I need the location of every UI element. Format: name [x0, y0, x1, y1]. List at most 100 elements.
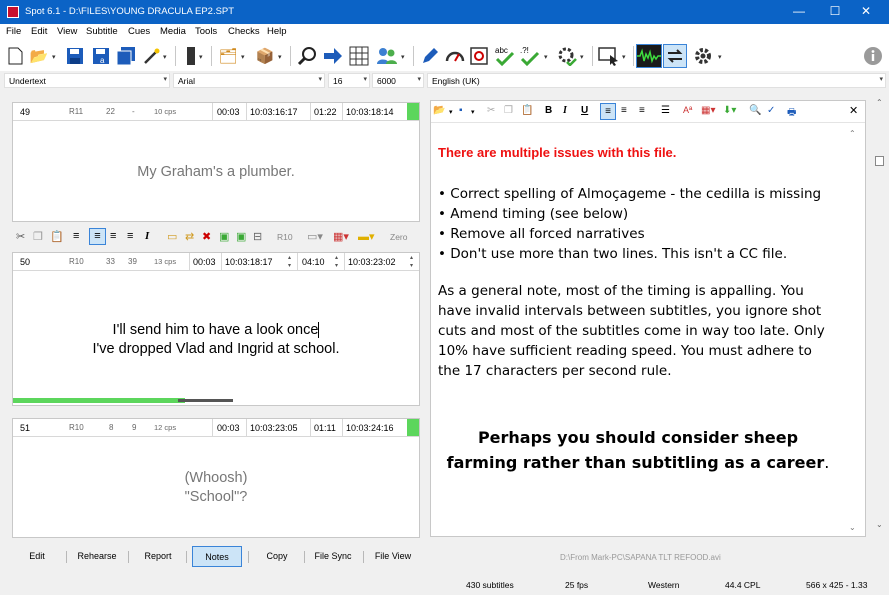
- subtitle-panel-51[interactable]: 51 R10 8 9 12 cps 00:03 10:03:23:05 01:1…: [12, 418, 420, 538]
- save-all-icon[interactable]: [115, 45, 137, 67]
- in-stepper-up[interactable]: ▴: [288, 254, 291, 261]
- find-icon[interactable]: 🔍: [749, 105, 761, 116]
- info-icon[interactable]: [862, 45, 884, 67]
- style-select[interactable]: Undertext ▾: [4, 73, 170, 88]
- report-button[interactable]: Report: [134, 546, 182, 567]
- gap-stepper-up[interactable]: ▴: [335, 254, 338, 261]
- align-justify-icon[interactable]: ≡: [127, 230, 133, 242]
- line-style-icon[interactable]: ▭▾: [307, 230, 323, 243]
- folder-tree-icon[interactable]: 🗂: [217, 45, 239, 67]
- notes-button[interactable]: Notes: [192, 546, 242, 567]
- italic-icon[interactable]: I: [563, 105, 567, 116]
- value-select[interactable]: 6000 ▾: [372, 73, 424, 88]
- close-button[interactable]: ✕: [843, 0, 889, 24]
- subtitle-gap[interactable]: 04:10: [302, 257, 325, 267]
- font-select[interactable]: Arial ▾: [173, 73, 325, 88]
- spellcheck-icon[interactable]: ✓: [767, 105, 775, 116]
- scroll-up-icon[interactable]: ⌃: [876, 98, 883, 107]
- insert-tag-icon[interactable]: ▭: [167, 230, 177, 243]
- zero-button[interactable]: Zero: [390, 232, 407, 242]
- delete-icon[interactable]: ✖: [202, 230, 211, 243]
- scroll-thumb[interactable]: [875, 156, 884, 166]
- font-size-icon[interactable]: Aª: [683, 105, 692, 115]
- menu-media[interactable]: Media: [160, 26, 186, 37]
- cut-icon[interactable]: ✂: [487, 105, 495, 116]
- font-size-select[interactable]: 16 ▾: [328, 73, 370, 88]
- arrow-right-icon[interactable]: [322, 45, 344, 67]
- subtitle-panel-50[interactable]: 50 R10 33 39 13 cps 00:03 10:03:18:17 ▴ …: [12, 252, 420, 406]
- gear-icon[interactable]: [692, 45, 714, 67]
- grid-icon[interactable]: [348, 45, 370, 67]
- print-icon[interactable]: 🖶: [787, 105, 796, 122]
- settings-check-icon[interactable]: [556, 45, 578, 67]
- gap-stepper-down[interactable]: ▾: [335, 262, 338, 269]
- align-center-icon[interactable]: ≡: [89, 228, 106, 245]
- notes-scroll-down-icon[interactable]: ⌄: [849, 523, 856, 532]
- open-file-icon[interactable]: 📂: [28, 45, 50, 67]
- align-center-icon[interactable]: ≡: [621, 105, 627, 116]
- subtitle-out[interactable]: 10:03:23:02: [348, 257, 396, 267]
- menu-edit[interactable]: Edit: [31, 26, 47, 37]
- search-icon[interactable]: [296, 45, 318, 67]
- notes-text[interactable]: There are multiple issues with this file…: [438, 143, 838, 475]
- magic-wand-icon[interactable]: [141, 45, 163, 67]
- italic-icon[interactable]: I: [145, 230, 149, 242]
- outer-scrollbar[interactable]: ⌃ ⌄: [872, 96, 889, 536]
- save-as-icon[interactable]: a: [90, 45, 112, 67]
- menu-cues[interactable]: Cues: [128, 26, 150, 37]
- scroll-down-icon[interactable]: ⌄: [876, 520, 883, 529]
- copy-button[interactable]: Copy: [254, 546, 300, 567]
- align-left-icon[interactable]: ≡: [600, 103, 616, 120]
- subtitle-text[interactable]: My Graham's a plumber.: [13, 163, 419, 182]
- arrow-down-icon[interactable]: ⬇▾: [723, 105, 736, 116]
- align-right-icon[interactable]: ≡: [639, 105, 645, 116]
- menu-help[interactable]: Help: [267, 26, 287, 37]
- highlight-icon[interactable]: ▬▾: [358, 230, 375, 243]
- bold-icon[interactable]: B: [545, 105, 552, 116]
- menu-checks[interactable]: Checks: [228, 26, 260, 37]
- notes-close-icon[interactable]: ✕: [849, 104, 858, 117]
- list-icon[interactable]: ☰: [661, 105, 670, 116]
- align-left-icon[interactable]: ≡: [73, 230, 79, 242]
- subtitle-text[interactable]: I'll send him to have a look once I've d…: [13, 321, 419, 359]
- color-grid-icon[interactable]: ▦▾: [701, 105, 715, 116]
- waveform-icon[interactable]: [636, 44, 662, 68]
- out-stepper-down[interactable]: ▾: [410, 262, 413, 269]
- speedometer-icon[interactable]: [444, 45, 466, 67]
- save-icon[interactable]: ▪: [459, 105, 463, 116]
- align-right-icon[interactable]: ≡: [110, 230, 116, 242]
- new-file-icon[interactable]: [4, 45, 26, 67]
- subtitle-panel-49[interactable]: 49 R11 22 - 10 cps 00:03 10:03:16:17 01:…: [12, 102, 420, 222]
- screen-pointer-icon[interactable]: [598, 45, 620, 67]
- color-grid-icon[interactable]: ▦▾: [333, 230, 349, 243]
- notes-scroll-up-icon[interactable]: ⌃: [849, 129, 856, 138]
- edit-button[interactable]: Edit: [14, 546, 60, 567]
- subtitle-in[interactable]: 10:03:18:17: [225, 257, 273, 267]
- pen-icon[interactable]: [419, 45, 441, 67]
- users-icon[interactable]: [376, 45, 398, 67]
- file-view-button[interactable]: File View: [368, 546, 418, 567]
- save-icon[interactable]: [64, 45, 86, 67]
- grammar-check-icon[interactable]: .?!: [518, 45, 540, 67]
- open-folder-icon[interactable]: 📂: [433, 105, 445, 116]
- subtitle-text[interactable]: (Whoosh) "School"?: [13, 469, 419, 507]
- region-select[interactable]: R10: [277, 232, 293, 242]
- menu-tools[interactable]: Tools: [195, 26, 217, 37]
- swap-arrows-icon[interactable]: [663, 44, 687, 68]
- timer-check-icon[interactable]: [468, 45, 490, 67]
- cut-icon[interactable]: ✂: [16, 230, 25, 243]
- spellcheck-icon[interactable]: abc: [493, 45, 515, 67]
- box-add-icon[interactable]: ▣: [219, 230, 229, 243]
- menu-subtitle[interactable]: Subtitle: [86, 26, 118, 37]
- in-stepper-down[interactable]: ▾: [288, 262, 291, 269]
- menu-file[interactable]: File: [6, 26, 21, 37]
- file-sync-button[interactable]: File Sync: [308, 546, 358, 567]
- merge-icon[interactable]: ⇄: [185, 230, 194, 243]
- folder-export-icon[interactable]: 📦: [254, 45, 276, 67]
- menu-view[interactable]: View: [57, 26, 77, 37]
- box-check-icon[interactable]: ▣: [236, 230, 246, 243]
- rehearse-button[interactable]: Rehearse: [72, 546, 122, 567]
- copy-icon[interactable]: ❐: [33, 230, 43, 243]
- copy-icon[interactable]: ❐: [504, 105, 513, 116]
- out-stepper-up[interactable]: ▴: [410, 254, 413, 261]
